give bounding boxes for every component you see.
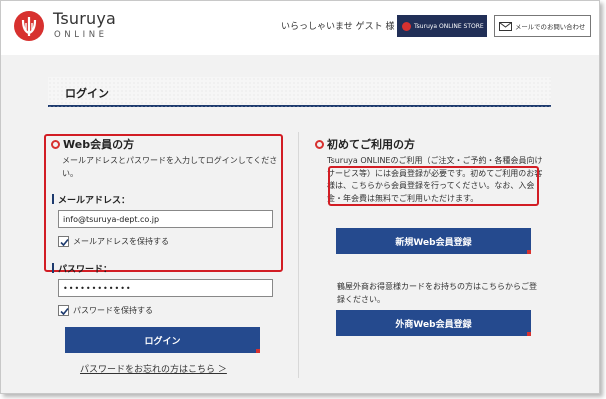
label-bar bbox=[52, 263, 54, 273]
checkbox-checked-icon[interactable] bbox=[58, 305, 69, 316]
window-frame: Tsuruya ONLINE いらっしゃいませ ゲスト 様 Tsuruya ON… bbox=[0, 0, 600, 394]
brand-name[interactable]: Tsuruya bbox=[53, 9, 116, 28]
gaisho-web-member-label: 外商Web会員登録 bbox=[395, 319, 472, 330]
greeting-text: いらっしゃいませ ゲスト 様 bbox=[281, 22, 395, 32]
login-button[interactable]: ログイン bbox=[65, 327, 260, 353]
card-holder-description: 鶴屋外商お得意様カードをお持ちの方はこちらからご登録ください。 bbox=[337, 282, 537, 304]
title-background-pattern bbox=[48, 77, 551, 107]
store-logo-icon bbox=[402, 21, 411, 31]
label-bar bbox=[52, 194, 54, 204]
mail-contact-button[interactable]: メールでのお問い合わせ bbox=[494, 15, 591, 37]
online-store-label: Tsuruya ONLINE STORE bbox=[414, 22, 484, 30]
checkbox-checked-icon[interactable] bbox=[58, 236, 69, 247]
new-web-member-label: 新規Web会員登録 bbox=[395, 237, 472, 248]
gaisho-web-member-button[interactable]: 外商Web会員登録 bbox=[336, 310, 531, 336]
corner-accent bbox=[527, 250, 531, 254]
keep-email-checkbox[interactable]: メールアドレスを保持する bbox=[58, 236, 169, 247]
password-field[interactable] bbox=[58, 279, 273, 297]
password-label: パスワード： bbox=[52, 262, 112, 275]
email-label: メールアドレス： bbox=[52, 193, 130, 206]
newuser-heading: 初めてご利用の方 bbox=[315, 136, 415, 152]
keep-email-label: メールアドレスを保持する bbox=[73, 237, 169, 246]
page-title: ログイン bbox=[65, 87, 109, 100]
mail-contact-label: メールでのお問い合わせ bbox=[515, 22, 586, 31]
login-button-label: ログイン bbox=[144, 336, 181, 347]
crane-logo-icon[interactable] bbox=[14, 11, 44, 41]
register-highlight-box bbox=[328, 166, 539, 206]
forgot-password-link[interactable]: パスワードをお忘れの方はこちら ＞ bbox=[80, 362, 227, 375]
corner-accent bbox=[527, 332, 531, 336]
envelope-icon bbox=[499, 21, 512, 31]
keep-password-checkbox[interactable]: パスワードを保持する bbox=[58, 305, 153, 316]
online-store-button[interactable]: Tsuruya ONLINE STORE bbox=[397, 15, 487, 37]
email-field[interactable] bbox=[58, 210, 273, 228]
column-divider bbox=[298, 132, 299, 378]
brand-subtitle: ONLINE bbox=[54, 30, 108, 40]
site-header: Tsuruya ONLINE いらっしゃいませ ゲスト 様 Tsuruya ON… bbox=[1, 1, 599, 55]
bullet-ring-icon bbox=[315, 140, 324, 149]
page-title-band: ログイン bbox=[48, 77, 551, 107]
keep-password-label: パスワードを保持する bbox=[73, 306, 153, 315]
new-web-member-button[interactable]: 新規Web会員登録 bbox=[336, 228, 531, 254]
corner-accent bbox=[256, 349, 260, 353]
